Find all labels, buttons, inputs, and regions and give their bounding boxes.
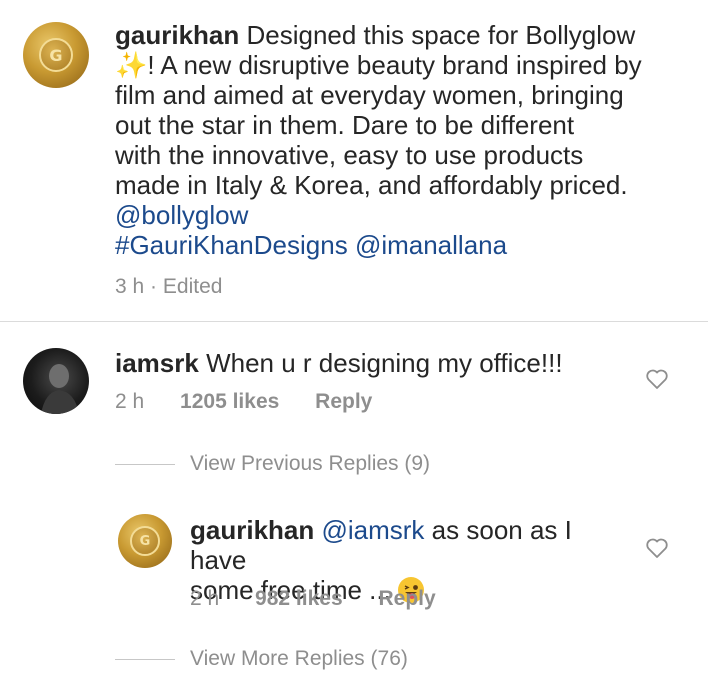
- reply-mention-link[interactable]: @iamsrk: [321, 515, 424, 545]
- comment-username[interactable]: iamsrk: [115, 348, 199, 378]
- comment-text: When u r designing my office!!!: [206, 348, 563, 378]
- reply-meta: 2 h 982 likes Reply: [190, 587, 436, 611]
- view-previous-replies-button[interactable]: View Previous Replies (9): [190, 452, 430, 476]
- comment-reply-button[interactable]: Reply: [315, 390, 372, 413]
- heart-icon[interactable]: [645, 537, 669, 559]
- reply-likes[interactable]: 982 likes: [255, 587, 343, 610]
- caption-line-5: with the innovative, easy to use product…: [115, 140, 584, 170]
- post-username[interactable]: gaurikhan: [115, 20, 239, 50]
- sparkles-icon: ✨: [115, 50, 148, 80]
- hashtag-link[interactable]: #GauriKhanDesigns: [115, 230, 348, 260]
- caption-line-6: made in Italy & Korea, and affordably pr…: [115, 170, 628, 200]
- post-time: 3 h: [115, 275, 145, 298]
- caption-line-4: out the star in them. Dare to be differe…: [115, 110, 575, 140]
- replies-divider-line: [115, 659, 175, 660]
- reply-username[interactable]: gaurikhan: [190, 515, 314, 545]
- bollyglow-logo-icon: G: [130, 526, 160, 556]
- meta-separator: ·: [150, 275, 158, 298]
- comment-avatar[interactable]: [23, 348, 89, 414]
- brand-mention-link[interactable]: @bollyglow: [115, 200, 248, 230]
- comment-body: iamsrk When u r designing my office!!!: [115, 348, 563, 378]
- caption-text: Designed this space for Bollyglow: [246, 20, 636, 50]
- heart-icon[interactable]: [645, 368, 669, 390]
- replies-divider-line: [115, 464, 175, 465]
- comment-time: 2 h: [115, 390, 145, 413]
- reply-avatar[interactable]: G: [118, 514, 172, 568]
- post-avatar[interactable]: G: [23, 22, 89, 88]
- bollyglow-logo-icon: G: [39, 38, 73, 72]
- comment-meta: 2 h 1205 likes Reply: [115, 390, 372, 414]
- caption-line-3: film and aimed at everyday women, bringi…: [115, 80, 624, 110]
- divider: [0, 321, 708, 322]
- post-caption: gaurikhan Designed this space for Bollyg…: [115, 20, 685, 260]
- caption-line-2: ! A new disruptive beauty brand inspired…: [147, 50, 642, 80]
- user-mention-link[interactable]: @imanallana: [355, 230, 507, 260]
- reply-time: 2 h: [190, 587, 220, 610]
- profile-photo-icon: [41, 364, 79, 414]
- post-meta: 3 h · Edited: [115, 275, 222, 299]
- comment-likes[interactable]: 1205 likes: [180, 390, 279, 413]
- edited-label: Edited: [162, 275, 223, 298]
- reply-reply-button[interactable]: Reply: [378, 587, 435, 610]
- view-more-replies-button[interactable]: View More Replies (76): [190, 647, 408, 671]
